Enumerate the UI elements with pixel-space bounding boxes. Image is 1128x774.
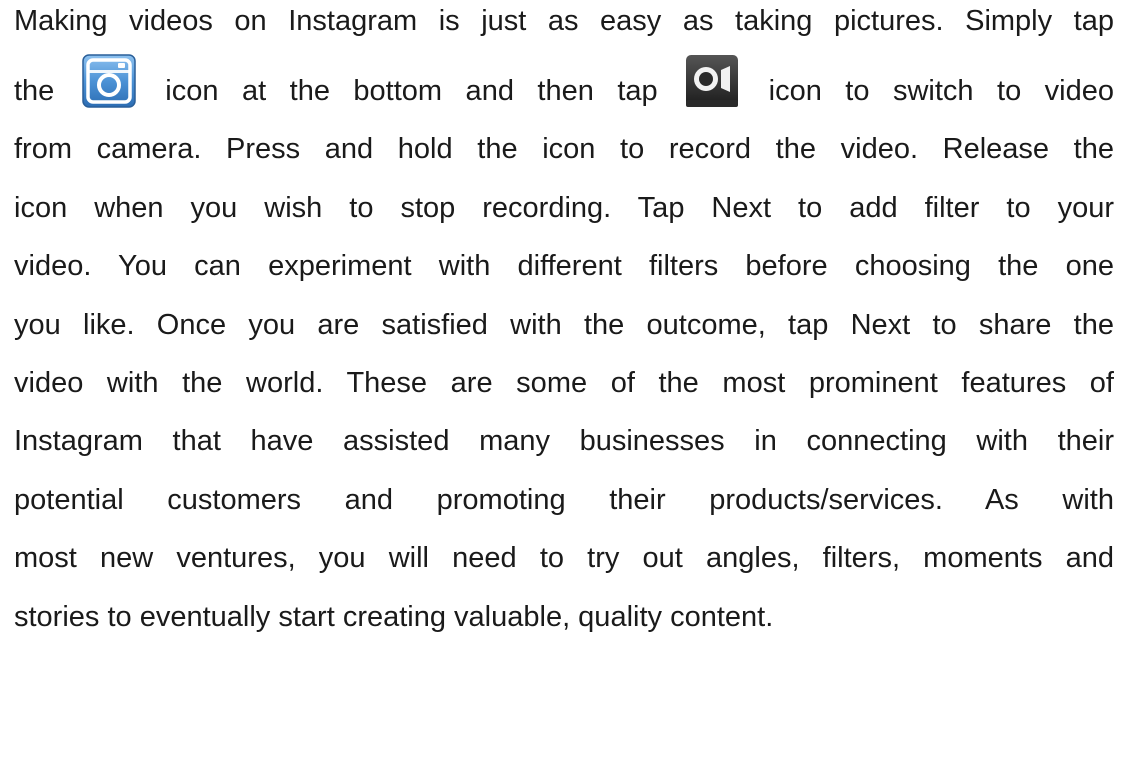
text-line-6: you like. Once you are satisfied with th…: [14, 308, 1114, 341]
video-camera-icon: [685, 54, 739, 108]
text-fragment-middle: icon at the bottom and then tap: [165, 75, 658, 108]
text-line-11: stories to eventually start creating val…: [14, 600, 774, 633]
text-line-1: Making videos on Instagram is just as ea…: [14, 5, 1114, 37]
text-line-7: video with the world. These are some of …: [14, 366, 1114, 399]
document-page: Making videos on Instagram is just as ea…: [0, 0, 1128, 774]
text-line-5: video. You can experiment with different…: [14, 250, 1114, 283]
text-line-4: icon when you wish to stop recording. Ta…: [14, 191, 1114, 224]
text-line-8: Instagram that have assisted many busine…: [14, 425, 1114, 458]
text-fragment-after: icon to switch to video: [768, 75, 1115, 108]
text-line-3: from camera. Press and hold the icon to …: [14, 133, 1114, 166]
instagram-camera-icon: [82, 54, 136, 109]
text-line-9: potential customers and promoting their …: [14, 483, 1114, 516]
body-paragraph: Making videos on Instagram is just as ea…: [14, 0, 1114, 646]
text-line-10: most new ventures, you will need to try …: [14, 542, 1114, 575]
text-fragment-the: the: [14, 75, 55, 108]
text-line-2: the icon at the bottom and then tap icon…: [14, 54, 1114, 120]
